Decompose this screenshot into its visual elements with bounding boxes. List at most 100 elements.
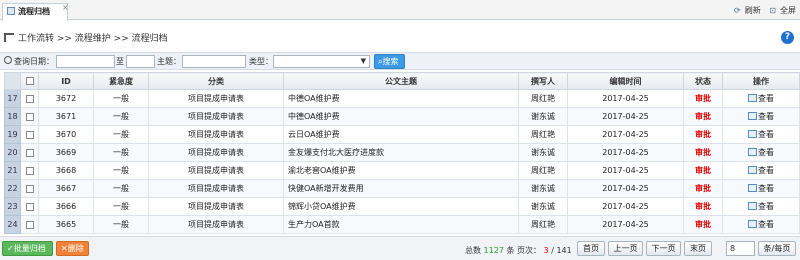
row-checkbox[interactable] xyxy=(25,94,34,103)
cell-urgency: 一般 xyxy=(93,215,149,234)
table-row[interactable]: 21 3668 一般 项目提成申请表 渝北老窖OA维护费 周红艳 2017-04… xyxy=(4,161,800,180)
close-icon[interactable]: × xyxy=(62,4,69,12)
row-checkbox[interactable] xyxy=(25,112,34,121)
cell-status[interactable]: 审批 xyxy=(683,197,723,216)
table-row[interactable]: 23 3666 一般 项目提成申请表 锦辉小贷OA维护费 谢东诚 2017-04… xyxy=(4,197,800,216)
header-id[interactable]: ID xyxy=(38,72,94,90)
row-checkbox-cell xyxy=(20,89,39,108)
table-row[interactable]: 22 3667 一般 项目提成申请表 快健OA新增开发费用 谢东诚 2017-0… xyxy=(4,179,800,198)
start-date-input[interactable] xyxy=(56,55,115,68)
cell-subject[interactable]: 中德OA维护费 xyxy=(283,89,519,108)
row-checkbox[interactable] xyxy=(25,148,34,157)
header-category[interactable]: 分类 xyxy=(148,72,284,90)
cell-status[interactable]: 审批 xyxy=(683,125,723,144)
row-checkbox[interactable] xyxy=(25,184,34,193)
table-row[interactable]: 19 3670 一般 项目提成申请表 云日OA维护费 周红艳 2017-04-2… xyxy=(4,125,800,144)
row-checkbox[interactable] xyxy=(25,130,34,139)
cell-status[interactable]: 审批 xyxy=(683,179,723,198)
cell-subject[interactable]: 锦辉小贷OA维护费 xyxy=(283,197,519,216)
header-rownum xyxy=(4,72,21,90)
tab-process-archive[interactable]: 流程归档 xyxy=(2,3,68,21)
row-checkbox-cell xyxy=(20,179,39,198)
cell-status[interactable]: 审批 xyxy=(683,107,723,126)
view-button[interactable]: 查看 xyxy=(722,89,800,108)
cell-time: 2017-04-25 xyxy=(567,161,684,180)
refresh-button[interactable]: ⟳ 刷新 xyxy=(731,6,761,15)
next-page-button[interactable]: 下一页 xyxy=(646,241,681,256)
cell-status[interactable]: 审批 xyxy=(683,89,723,108)
check-icon: ✓ xyxy=(7,244,14,253)
page-separator: / xyxy=(551,246,554,255)
cell-subject[interactable]: 金友爆支付北大医疗进度款 xyxy=(283,143,519,162)
header-time[interactable]: 编辑时间 xyxy=(567,72,684,90)
view-button[interactable]: 查看 xyxy=(722,143,800,162)
table-row[interactable]: 18 3671 一般 项目提成申请表 中德OA维护费 谢东诚 2017-04-2… xyxy=(4,107,800,126)
row-number: 17 xyxy=(4,89,21,108)
total-pages: 141 xyxy=(556,246,572,255)
current-page: 3 xyxy=(543,246,549,255)
delete-label: 删除 xyxy=(67,244,84,253)
cell-status[interactable]: 审批 xyxy=(683,215,723,234)
subject-input[interactable] xyxy=(182,55,246,68)
view-button[interactable]: 查看 xyxy=(722,161,800,180)
view-button[interactable]: 查看 xyxy=(722,179,800,198)
cell-subject[interactable]: 快健OA新增开发费用 xyxy=(283,179,519,198)
cell-status[interactable]: 审批 xyxy=(683,143,723,162)
last-page-button[interactable]: 末页 xyxy=(684,241,712,256)
cell-category: 项目提成申请表 xyxy=(148,107,284,126)
help-icon[interactable]: ? xyxy=(781,31,794,44)
header-checkbox[interactable] xyxy=(20,72,39,90)
view-icon xyxy=(748,202,757,210)
breadcrumb: 工作流转 >> 流程维护 >> 流程归档 xyxy=(4,33,168,45)
per-page-input[interactable]: 8 xyxy=(726,241,755,256)
view-button[interactable]: 查看 xyxy=(722,107,800,126)
fullscreen-button[interactable]: ⊡ 全屏 xyxy=(766,6,796,15)
view-icon xyxy=(748,130,757,138)
table-header: ID 紧急度 分类 公文主题 撰写人 编辑时间 状态 操作 xyxy=(4,72,800,90)
header-urgency[interactable]: 紧急度 xyxy=(93,72,149,90)
cell-subject[interactable]: 云日OA维护费 xyxy=(283,125,519,144)
cell-category: 项目提成申请表 xyxy=(148,215,284,234)
cell-author: 周红艳 xyxy=(518,215,568,234)
view-button[interactable]: 查看 xyxy=(722,125,800,144)
row-number: 19 xyxy=(4,125,21,144)
end-date-input[interactable] xyxy=(126,55,155,68)
row-checkbox-cell xyxy=(20,197,39,216)
cell-category: 项目提成申请表 xyxy=(148,125,284,144)
view-button[interactable]: 查看 xyxy=(722,197,800,216)
prev-page-button[interactable]: 上一页 xyxy=(608,241,643,256)
header-subject[interactable]: 公文主题 xyxy=(283,72,519,90)
cell-subject[interactable]: 生产力OA首款 xyxy=(283,215,519,234)
view-label: 查看 xyxy=(758,220,774,229)
table-row[interactable]: 20 3669 一般 项目提成申请表 金友爆支付北大医疗进度款 谢东诚 2017… xyxy=(4,143,800,162)
view-label: 查看 xyxy=(758,166,774,175)
cell-category: 项目提成申请表 xyxy=(148,143,284,162)
view-label: 查看 xyxy=(758,112,774,121)
view-label: 查看 xyxy=(758,94,774,103)
cell-status[interactable]: 审批 xyxy=(683,161,723,180)
first-page-button[interactable]: 首页 xyxy=(577,241,605,256)
delete-button[interactable]: ✕删除 xyxy=(56,241,89,256)
table-row[interactable]: 17 3672 一般 项目提成申请表 中德OA维护费 周红艳 2017-04-2… xyxy=(4,89,800,108)
fullscreen-label: 全屏 xyxy=(780,6,796,15)
row-checkbox[interactable] xyxy=(25,220,34,229)
batch-archive-button[interactable]: ✓批量归档 xyxy=(2,241,53,256)
cell-subject[interactable]: 中德OA维护费 xyxy=(283,107,519,126)
header-author[interactable]: 撰写人 xyxy=(518,72,568,90)
per-page-button[interactable]: 条/每页 xyxy=(758,241,796,256)
table-row[interactable]: 24 3665 一般 项目提成申请表 生产力OA首款 周红艳 2017-04-2… xyxy=(4,215,800,234)
document-icon xyxy=(7,7,15,15)
row-checkbox-cell xyxy=(20,125,39,144)
cell-subject[interactable]: 渝北老窖OA维护费 xyxy=(283,161,519,180)
row-checkbox[interactable] xyxy=(25,166,34,175)
tab-label: 流程归档 xyxy=(18,7,50,16)
cell-time: 2017-04-25 xyxy=(567,107,684,126)
header-status[interactable]: 状态 xyxy=(683,72,723,90)
search-button[interactable]: ⌕搜索 xyxy=(374,54,405,69)
cell-time: 2017-04-25 xyxy=(567,125,684,144)
type-select[interactable]: ▼ xyxy=(273,55,370,68)
view-button[interactable]: 查看 xyxy=(722,215,800,234)
select-all-checkbox[interactable] xyxy=(25,77,34,85)
row-checkbox[interactable] xyxy=(25,202,34,211)
cell-urgency: 一般 xyxy=(93,89,149,108)
